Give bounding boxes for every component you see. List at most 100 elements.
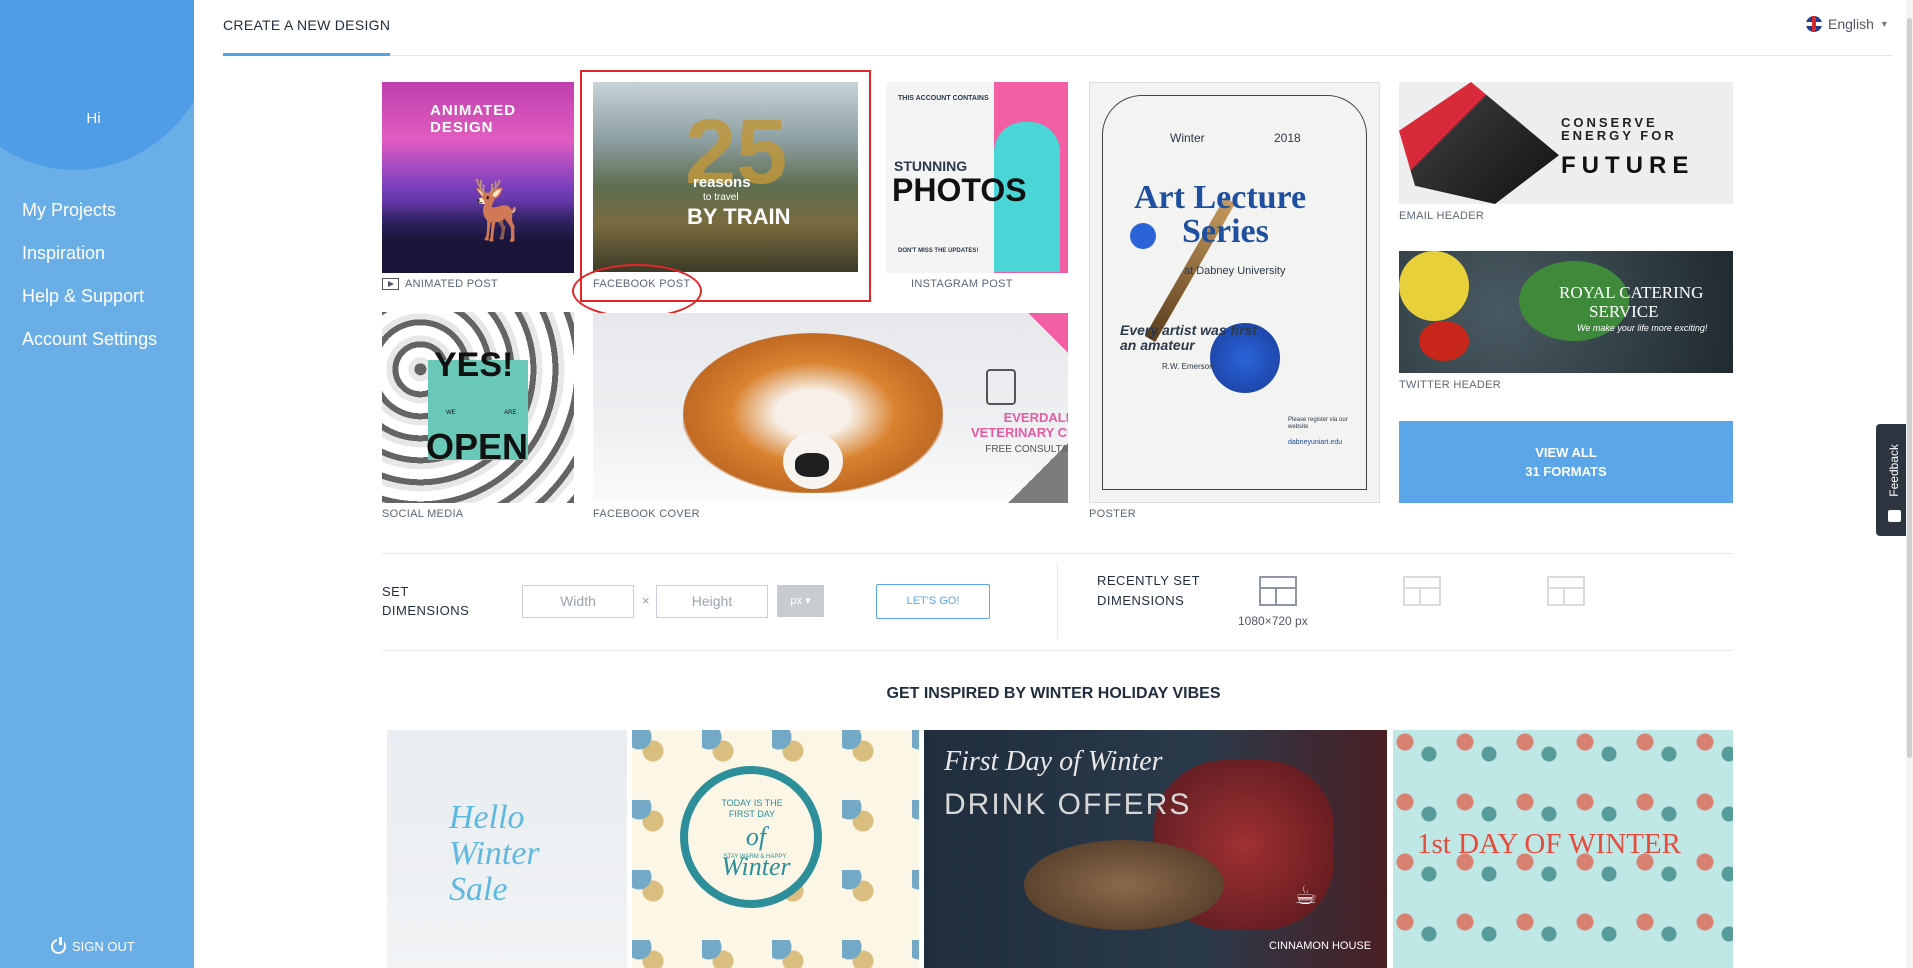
inspiration-heading: GET INSPIRED BY WINTER HOLIDAY VIBES <box>886 685 1221 702</box>
set-dimensions-label: SET DIMENSIONS <box>382 584 470 618</box>
drink-line1: First Day of Winter <box>944 746 1163 777</box>
poster-tile[interactable]: Winter 2018 Art Lecture Series at Dabney… <box>1089 82 1380 503</box>
social-media-line1: YES! <box>434 346 514 384</box>
feedback-label: Feedback <box>1887 444 1901 497</box>
poster-label[interactable]: POSTER <box>1089 508 1136 520</box>
sidebar-header-shape <box>0 0 194 170</box>
scrollbar-thumb[interactable] <box>1907 18 1912 758</box>
animated-post-tile[interactable]: ANIMATED DESIGN 🦌 <box>382 82 574 273</box>
sidebar: Hi My Projects Inspiration Help & Suppor… <box>0 0 194 968</box>
animated-post-label: ANIMATED POST <box>405 278 498 290</box>
poster-note: Please register via our website <box>1288 417 1348 430</box>
instagram-line2: PHOTOS <box>892 172 1027 208</box>
pepper-image <box>1419 321 1469 361</box>
facebook-cover-line3: FREE CONSULTATION <box>985 444 1068 455</box>
email-header-line1: CONSERVE ENERGY FOR <box>1561 115 1677 143</box>
layout-icon[interactable] <box>1547 576 1585 606</box>
instagram-post-tile[interactable]: THIS ACCOUNT CONTAINS STUNNING PHOTOS DO… <box>886 82 1068 273</box>
inspiration-card-hello-winter[interactable]: Hello Winter Sale <box>387 730 627 968</box>
recent-dimension-label[interactable]: 1080×720 px <box>1238 614 1308 628</box>
poster-paint-blob-small <box>1130 223 1156 249</box>
poster-url: dabneyuniart.edu <box>1288 439 1343 446</box>
animated-post-label-row[interactable]: ANIMATED POST <box>382 278 498 290</box>
sign-out-button[interactable]: SIGN OUT <box>51 937 135 954</box>
active-tab-underline <box>223 53 390 56</box>
uk-flag-icon <box>1806 16 1822 32</box>
email-header-graphic <box>1399 82 1559 204</box>
width-input[interactable]: Width <box>522 585 634 618</box>
height-input[interactable]: Height <box>656 585 768 618</box>
facebook-cover-tile[interactable]: EVERDALE VETERINARY CLINIC FREE CONSULTA… <box>593 313 1068 503</box>
recently-set-label: RECENTLY SET DIMENSIONS <box>1097 573 1200 608</box>
email-header-tile[interactable]: CONSERVE ENERGY FOR FUTURE <box>1399 82 1733 204</box>
section-divider-top <box>382 553 1733 554</box>
view-all-line1: VIEW ALL <box>1535 445 1597 460</box>
view-all-formats-button[interactable]: VIEW ALL 31 FORMATS <box>1399 421 1733 503</box>
unit-select[interactable]: px ▾ <box>777 585 824 617</box>
sidebar-item-inspiration[interactable]: Inspiration <box>22 239 157 282</box>
poster-author: R.W. Emerson <box>1162 362 1214 371</box>
email-header-label[interactable]: EMAIL HEADER <box>1399 210 1484 222</box>
inspiration-card-first-day[interactable]: TODAY IS THE FIRST DAY of Winter STAY WA… <box>632 730 919 968</box>
dog-nose <box>795 453 829 477</box>
facebook-cover-label[interactable]: FACEBOOK COVER <box>593 508 700 520</box>
lets-go-button[interactable]: LET'S GO! <box>876 584 990 619</box>
drink-line2: DRINK OFFERS <box>944 788 1192 821</box>
feedback-icon <box>1888 510 1901 522</box>
social-media-we: WE <box>446 410 456 416</box>
twitter-header-tile[interactable]: ROYAL CATERING SERVICE We make your life… <box>1399 251 1733 373</box>
inspiration-card-drink-offers[interactable]: First Day of Winter DRINK OFFERS ☕ CINNA… <box>924 730 1387 968</box>
instagram-small-text: THIS ACCOUNT CONTAINS <box>898 95 989 102</box>
sign-out-label: SIGN OUT <box>72 939 135 954</box>
play-icon <box>382 278 399 290</box>
poster-quote: Every artist was first an amateur <box>1120 322 1257 353</box>
first-day-line1: TODAY IS THE FIRST DAY <box>721 798 783 819</box>
deer-icon: 🦌 <box>462 178 535 243</box>
facebook-cover-line1: EVERDALE <box>1003 410 1068 425</box>
layout-icon[interactable] <box>1403 576 1441 606</box>
animated-post-art-text: ANIMATED DESIGN <box>430 102 517 136</box>
social-media-label[interactable]: SOCIAL MEDIA <box>382 508 463 520</box>
veterinary-clinic-icon <box>986 369 1016 405</box>
language-selector[interactable]: English ▼ <box>1806 16 1889 32</box>
social-media-tile[interactable]: YES! WE ARE OPEN <box>382 312 574 503</box>
sidebar-item-my-projects[interactable]: My Projects <box>22 196 157 239</box>
first-day-line3: STAY WARM & HAPPY <box>723 854 787 860</box>
social-media-are: ARE <box>504 410 517 416</box>
lemon-image <box>1399 251 1469 321</box>
twitter-header-line1: ROYAL CATERING <box>1559 283 1704 302</box>
sidebar-item-help-support[interactable]: Help & Support <box>22 282 157 325</box>
first-day-winter-text: 1st DAY OF WINTER <box>1417 828 1681 860</box>
times-symbol: × <box>642 593 650 608</box>
poster-year: 2018 <box>1274 131 1301 145</box>
facebook-post-highlight-ellipse <box>572 264 702 318</box>
page-scrollbar[interactable] <box>1906 0 1913 968</box>
poster-venue: at Dabney University <box>1184 265 1286 277</box>
first-day-line2: of Winter <box>721 822 791 881</box>
header-divider <box>223 55 1893 56</box>
cookies-image <box>1024 840 1224 930</box>
user-greeting: Hi <box>86 110 101 127</box>
sidebar-item-account-settings[interactable]: Account Settings <box>22 325 157 368</box>
poster-title1: Art Lecture <box>1134 179 1307 216</box>
social-media-line2: OPEN <box>426 426 529 467</box>
sidebar-nav: My Projects Inspiration Help & Support A… <box>22 196 157 368</box>
instagram-post-label[interactable]: INSTAGRAM POST <box>911 278 1013 290</box>
facebook-cover-pink-corner <box>1028 313 1068 353</box>
poster-season: Winter <box>1170 131 1205 145</box>
hello-winter-text: Hello Winter Sale <box>449 799 540 908</box>
dimensions-separator <box>1057 563 1058 639</box>
facebook-cover-line2: VETERINARY CLINIC <box>970 425 1068 440</box>
language-label: English <box>1828 16 1874 32</box>
page-title: CREATE A NEW DESIGN <box>223 17 391 33</box>
twitter-header-line2: SERVICE <box>1589 302 1659 321</box>
coffee-cup-icon: ☕ <box>1294 880 1318 910</box>
poster-title2: Series <box>1182 213 1269 250</box>
chevron-down-icon: ▼ <box>1879 19 1889 29</box>
instagram-footer: DON'T MISS THE UPDATES! <box>898 248 979 254</box>
twitter-header-label[interactable]: TWITTER HEADER <box>1399 379 1501 391</box>
inspiration-card-1st-day-winter[interactable]: 1st DAY OF WINTER <box>1393 730 1733 968</box>
power-icon <box>51 937 66 954</box>
section-divider-bottom <box>382 650 1733 651</box>
layout-icon[interactable] <box>1259 576 1297 606</box>
